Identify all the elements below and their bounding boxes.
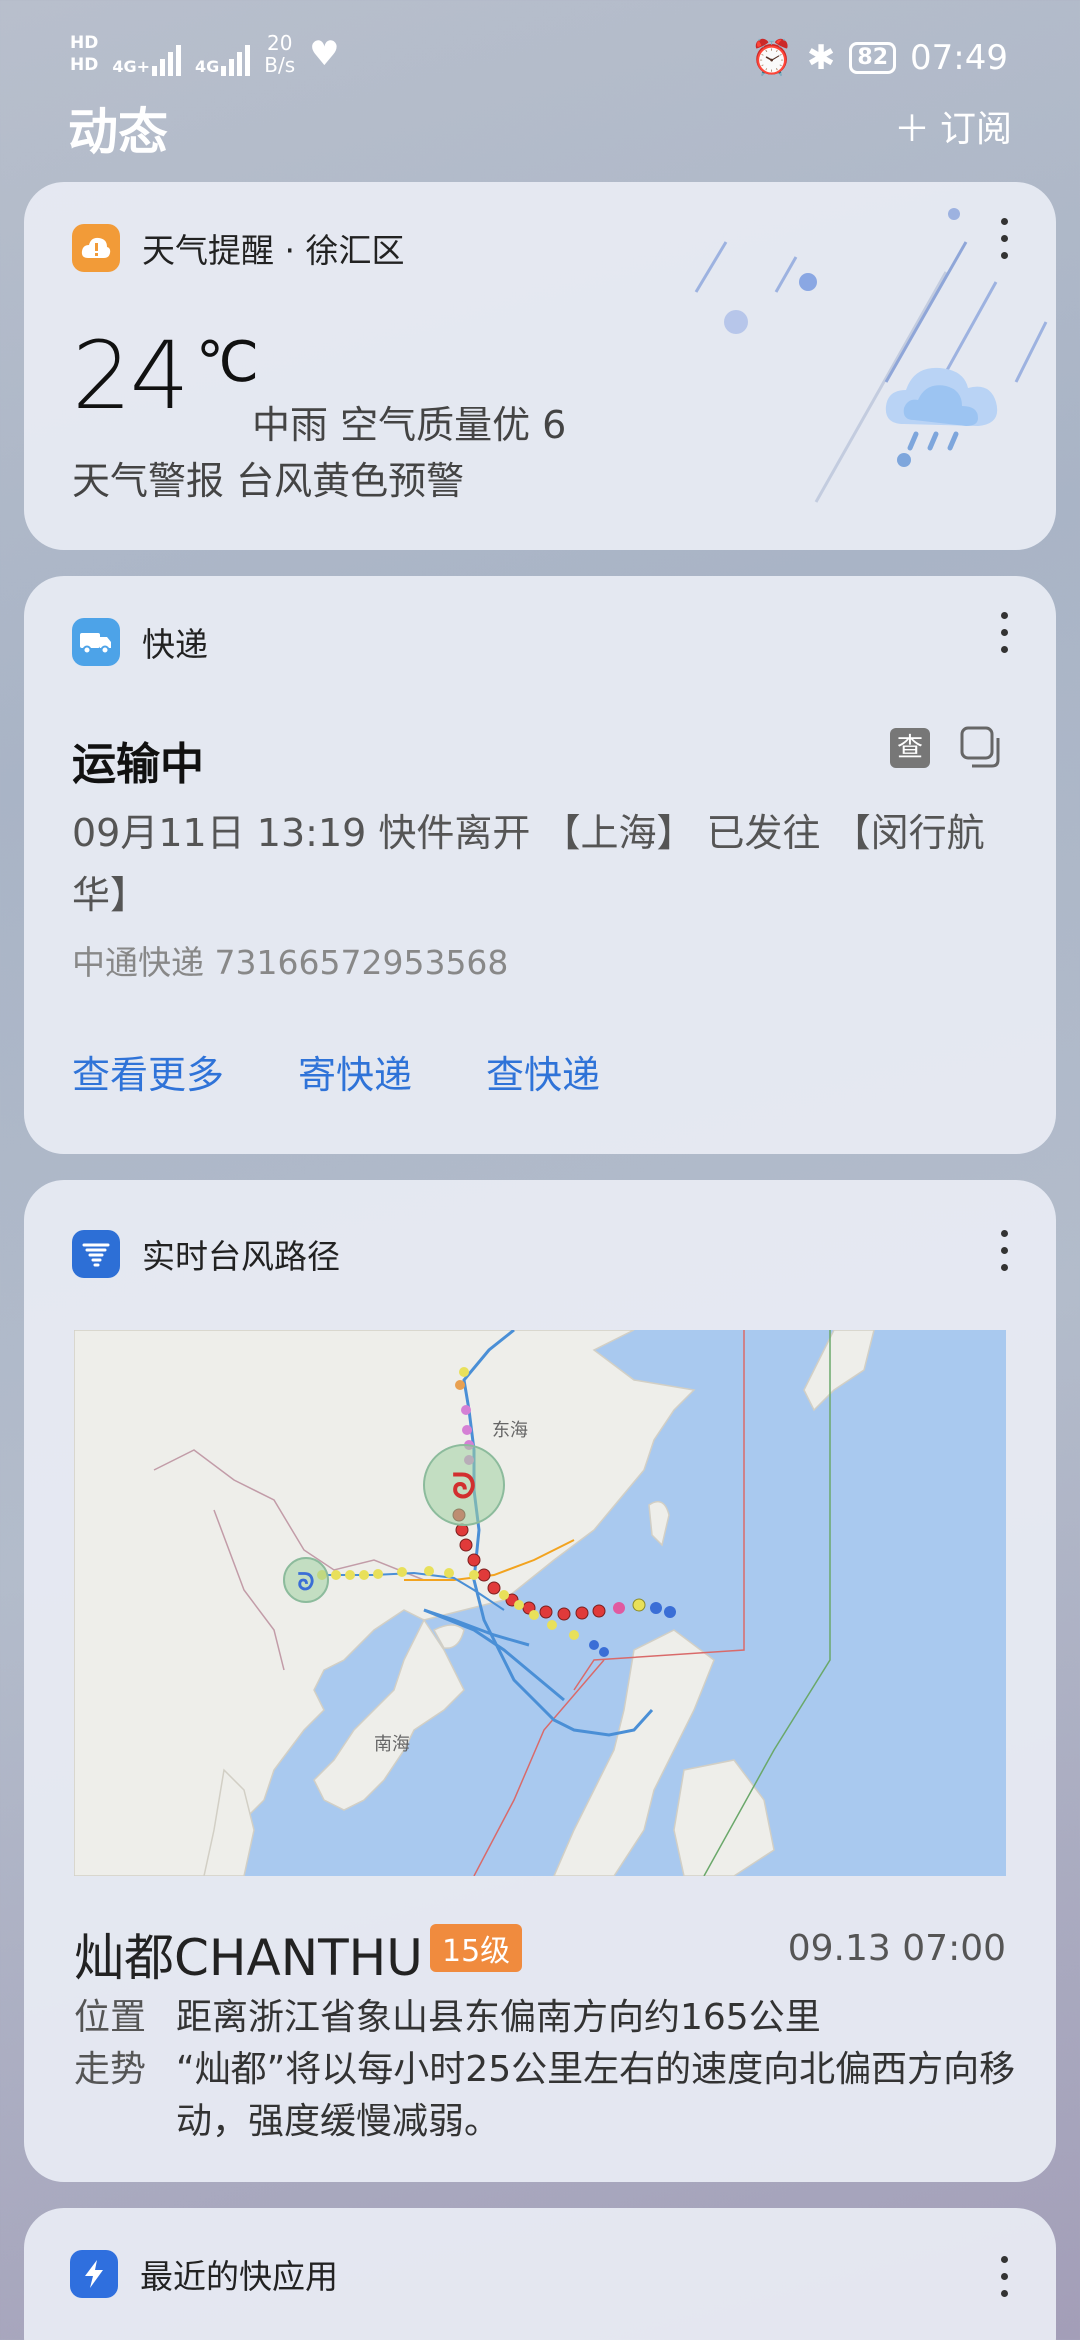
quick-app-icon [70,2250,118,2298]
check-button[interactable]: 查 [890,728,930,768]
plus-icon: ＋ [893,109,930,150]
temperature-unit: ℃ [196,330,259,395]
page-header: 动态 ＋ 订阅 [68,92,1012,162]
tracking-number: 中通快递 73166572953568 [72,943,509,982]
hd-label-1: HD [70,33,99,53]
position-value: 距离浙江省象山县东偏南方向约165公里 [176,1997,821,2038]
quick-apps-title: 最近的快应用 [140,2257,338,2296]
signal-icon-2: 4G [195,32,251,76]
typhoon-name: 灿都CHANTHU [74,1929,423,1987]
map-label-east-sea: 东海 [492,1420,528,1441]
health-icon: ♥ [309,34,340,74]
clock: 07:49 [910,38,1008,78]
weather-more-button[interactable] [994,218,1014,259]
network-speed-unit: B/s [264,53,296,77]
trend-value: “灿都”将以每小时25公里左右的速度向北偏西方向移动，强度缓慢减弱。 [176,2049,1016,2142]
map-label-south-sea: 南海 [374,1734,410,1755]
view-more-link[interactable]: 查看更多 [72,1044,224,1099]
typhoon-level-badge: 15级 [430,1924,523,1972]
cloud-alert-icon [81,237,111,258]
typhoon-app-icon [72,1230,120,1278]
lightning-icon [85,2260,103,2288]
express-card-title: 快递 [142,625,208,664]
express-app-icon [72,618,120,666]
truck-icon [80,633,111,655]
weather-alert: 天气警报 台风黄色预警 [72,459,465,503]
temperature-value: 24 [72,322,190,431]
svg-text:ᘐ: ᘐ [298,1568,315,1596]
express-more-button[interactable] [994,612,1014,653]
weather-card-title: 天气提醒 · 徐汇区 [142,231,405,270]
express-detail: 09月11日 13:19 快件离开 【上海】 已发往 【闵行航华】 [72,811,985,917]
typhoon-card[interactable]: 实时台风路径 ᘐ ᘐ 东海 南海 灿都CHANTHU 15级 09.13 07:… [24,1180,1056,2182]
typhoon-trend-row: 走势 “灿都”将以每小时25公里左右的速度向北偏西方向移动，强度缓慢减弱。 [74,2044,1034,2148]
rain-cloud-icon [885,367,998,467]
signal-icon-1: 4G+ [112,32,182,76]
typhoon-track-map[interactable]: ᘐ ᘐ 东海 南海 [74,1330,1006,1876]
svg-text:ᘐ: ᘐ [452,1467,476,1507]
network-speed: 20 B/s [264,32,295,76]
position-label: 位置 [74,1997,147,2038]
typhoon-card-title: 实时台风路径 [142,1237,340,1276]
subscribe-button[interactable]: ＋ 订阅 [894,100,1012,152]
query-express-link[interactable]: 查快递 [486,1044,600,1099]
network-speed-value: 20 [267,31,293,55]
express-status: 运输中 [72,739,204,790]
alarm-icon: ⏰ [750,38,793,78]
bluetooth-icon: ✱ [806,38,836,78]
copy-icon[interactable] [958,724,1004,770]
hd-label-2: HD [70,55,99,75]
subscribe-label: 订阅 [939,109,1012,150]
weather-card[interactable]: 天气提醒 · 徐汇区 24 ℃ 中雨 空气质量优 6 天气警报 台风黄色预警 [24,182,1056,550]
hd-indicator: HD HD [70,32,98,76]
network-type-1: 4G+ [112,57,151,76]
battery-indicator: 82 [849,42,897,74]
tornado-icon [82,1243,110,1267]
quick-apps-more-button[interactable] [994,2256,1014,2297]
express-card[interactable]: 快递 运输中 查 09月11日 13:19 快件离开 【上海】 已发往 【闵行航… [24,576,1056,1154]
weather-condition: 中雨 空气质量优 6 [252,403,567,447]
status-bar: HD HD 4G+ 4G 20 B/s ♥ ⏰ ✱ 82 07:49 [0,0,1080,100]
weather-app-icon [72,224,120,272]
send-express-link[interactable]: 寄快递 [298,1044,412,1099]
page-title: 动态 [68,103,168,161]
network-type-2: 4G [195,57,220,76]
typhoon-position-row: 位置 距离浙江省象山县东偏南方向约165公里 [74,1992,1034,2044]
typhoon-time: 09.13 07:00 [787,1928,1006,1969]
quick-apps-card[interactable]: 最近的快应用 [24,2208,1056,2340]
typhoon-more-button[interactable] [994,1230,1014,1271]
trend-label: 走势 [74,2049,147,2090]
